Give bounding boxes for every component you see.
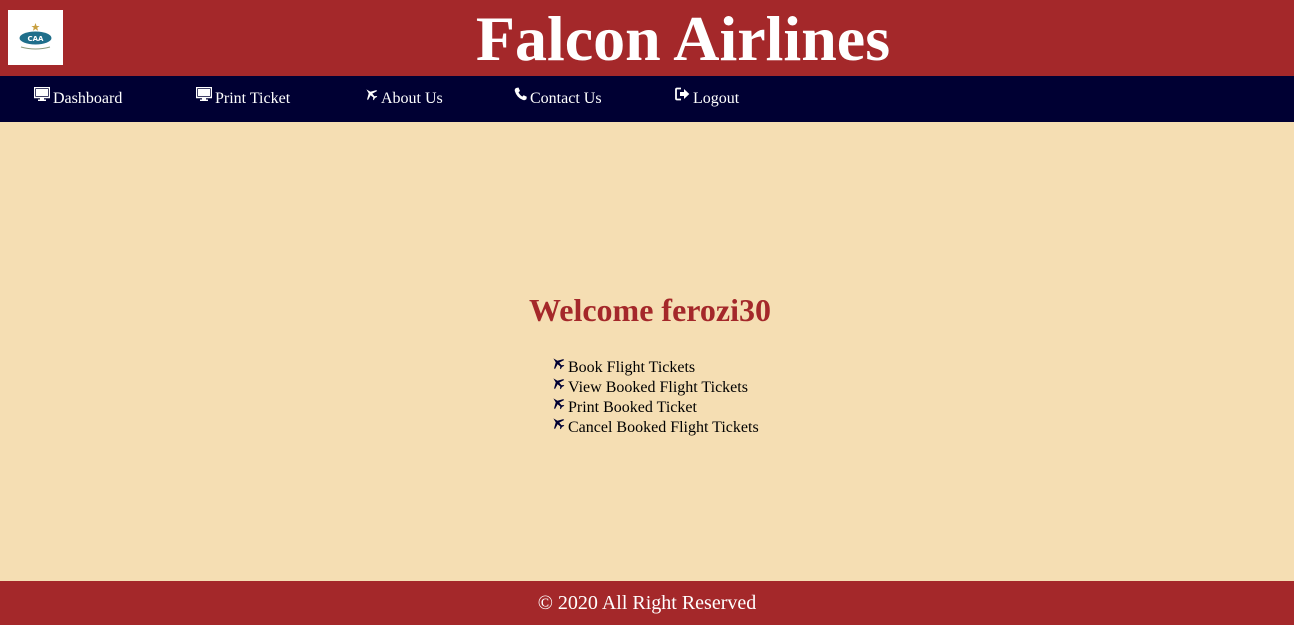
plane-icon bbox=[551, 376, 565, 396]
plane-icon bbox=[551, 396, 565, 416]
nav-about-us-label: About Us bbox=[381, 90, 443, 107]
nav-about-us[interactable]: About Us bbox=[364, 76, 443, 122]
link-print-booked-ticket[interactable]: Print Booked Ticket bbox=[551, 398, 759, 418]
desktop-icon bbox=[195, 74, 213, 120]
link-view-booked-flight-tickets-label: View Booked Flight Tickets bbox=[568, 379, 748, 396]
copyright-text: © 2020 All Right Reserved bbox=[537, 592, 757, 614]
desktop-icon bbox=[33, 74, 51, 120]
site-title: Falcon Airlines bbox=[475, 3, 891, 74]
link-cancel-booked-flight-tickets[interactable]: Cancel Booked Flight Tickets bbox=[551, 418, 759, 438]
main-content: Welcome ferozi30 Book Flight Tickets Vie… bbox=[0, 122, 1294, 581]
nav-contact-us-label: Contact Us bbox=[530, 90, 602, 107]
phone-icon bbox=[514, 74, 527, 120]
plane-icon bbox=[364, 74, 378, 120]
nav-print-ticket[interactable]: Print Ticket bbox=[195, 74, 291, 122]
nav-contact-us[interactable]: Contact Us bbox=[514, 76, 602, 122]
welcome-heading: Welcome ferozi30 bbox=[529, 292, 771, 328]
link-view-booked-flight-tickets[interactable]: View Booked Flight Tickets bbox=[551, 378, 759, 398]
link-book-flight-tickets[interactable]: Book Flight Tickets bbox=[551, 358, 759, 378]
nav-logout[interactable]: Logout bbox=[675, 76, 739, 122]
footer: © 2020 All Right Reserved bbox=[0, 581, 1294, 625]
sign-out-icon bbox=[675, 74, 690, 120]
header: CAA Falcon Airlines bbox=[0, 0, 1294, 76]
link-print-booked-ticket-label: Print Booked Ticket bbox=[568, 399, 697, 416]
plane-icon bbox=[551, 416, 565, 436]
nav-dashboard-label: Dashboard bbox=[53, 90, 123, 107]
action-list: Book Flight Tickets View Booked Flight T… bbox=[551, 358, 759, 438]
plane-icon bbox=[551, 356, 565, 376]
link-cancel-booked-flight-tickets-label: Cancel Booked Flight Tickets bbox=[568, 419, 759, 436]
link-book-flight-tickets-label: Book Flight Tickets bbox=[568, 359, 696, 376]
nav-dashboard[interactable]: Dashboard bbox=[33, 74, 123, 122]
main-nav: Dashboard Print Ticket About Us Contact … bbox=[0, 76, 1294, 122]
nav-print-ticket-label: Print Ticket bbox=[215, 90, 291, 107]
nav-logout-label: Logout bbox=[693, 90, 740, 107]
